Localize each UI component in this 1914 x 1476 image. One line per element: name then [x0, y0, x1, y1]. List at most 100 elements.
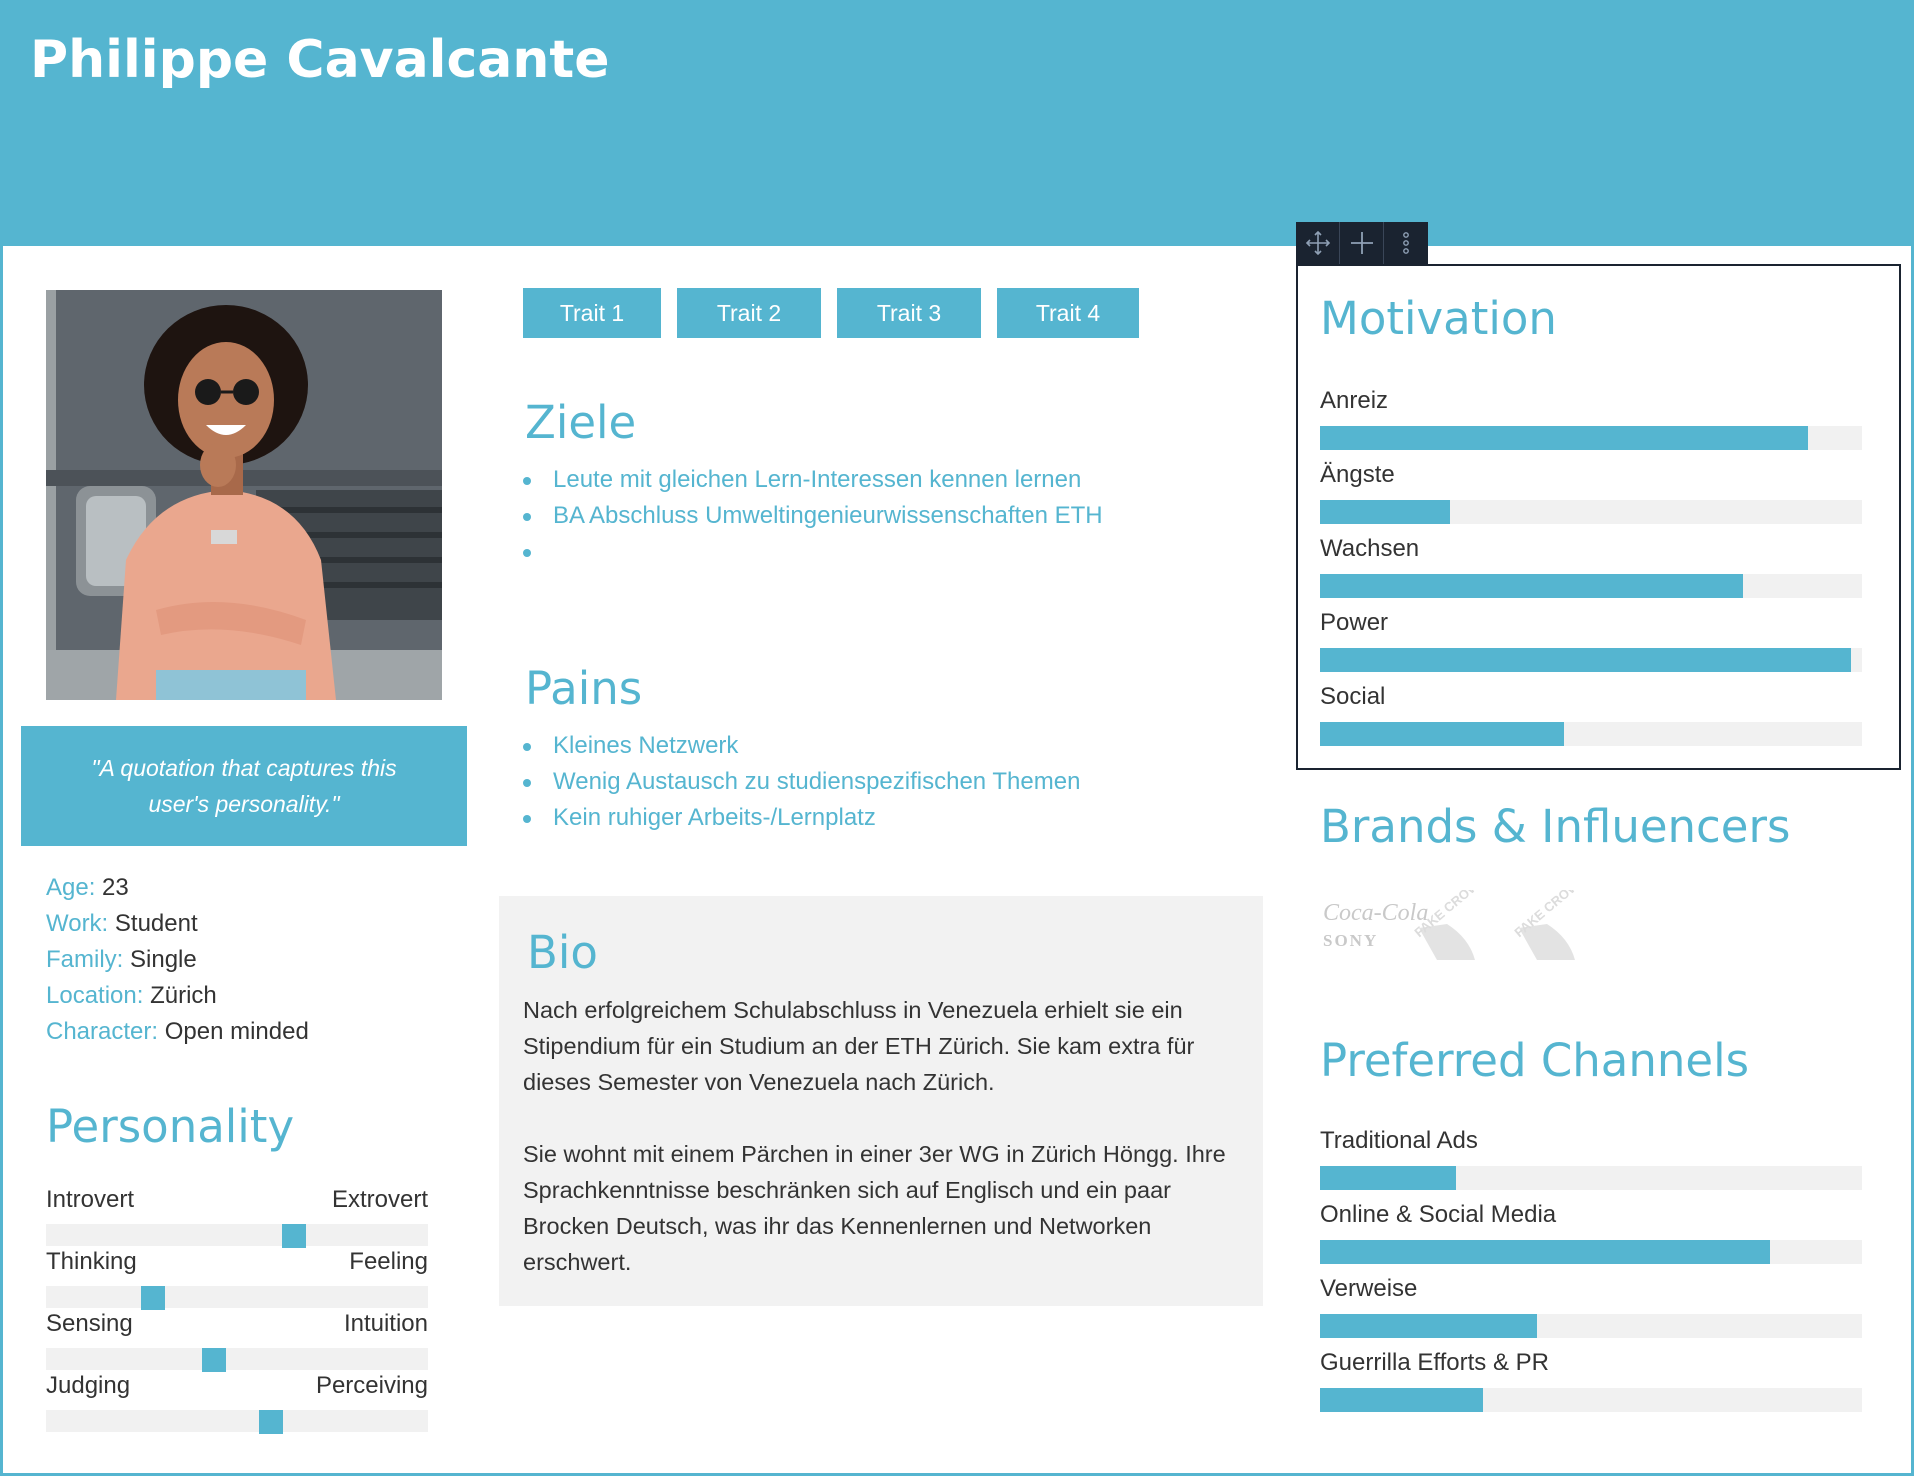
motivation-bar: Power [1320, 608, 1862, 682]
personality-scale: Introvert Extrovert [46, 1186, 428, 1248]
demographic-key: Work: [46, 910, 109, 937]
brands-title: Brands & Influencers [1320, 800, 1791, 853]
scale-marker[interactable] [202, 1348, 227, 1372]
demographic-character: Character: Open minded [46, 1014, 446, 1050]
demographic-value: Zürich [150, 982, 217, 1009]
bar-label: Ängste [1320, 461, 1395, 488]
bio-paragraph[interactable]: Sie wohnt mit einem Pärchen in einer 3er… [523, 1136, 1243, 1280]
goals-list: Leute mit gleichen Lern-Interessen kenne… [523, 462, 1243, 570]
demographic-value: 23 [102, 874, 129, 901]
channel-bar: Traditional Ads [1320, 1126, 1862, 1200]
scale-right-label: Intuition [343, 1310, 428, 1337]
demographic-key: Age: [46, 874, 96, 901]
trait-tag[interactable]: Trait 3 [837, 288, 981, 338]
bar-label: Power [1320, 609, 1389, 636]
motivation-card[interactable]: Motivation Anreiz Ängste Wachsen Power S… [1296, 264, 1901, 770]
scale-track [46, 1224, 428, 1248]
pains-title: Pains [525, 662, 643, 715]
demographic-value: Open minded [164, 1018, 309, 1045]
bar-track [1320, 500, 1862, 524]
bar-track [1320, 1166, 1862, 1190]
demographic-key: Location: [46, 982, 144, 1009]
more-options-button[interactable] [1384, 222, 1428, 264]
bar-track [1320, 722, 1862, 746]
personality-scale: Judging Perceiving [46, 1372, 428, 1434]
persona-name: Philippe Cavalcante [30, 30, 610, 90]
motivation-bars: Anreiz Ängste Wachsen Power Social [1320, 386, 1862, 756]
personality-scales: Introvert Extrovert Thinking Feeling Sen… [46, 1186, 428, 1434]
bar-track [1320, 426, 1862, 450]
plus-icon [1350, 232, 1373, 254]
bar-fill [1320, 426, 1808, 450]
motivation-bar: Social [1320, 682, 1862, 756]
bar-fill [1320, 1388, 1483, 1412]
bar-label: Traditional Ads [1320, 1127, 1478, 1154]
personality-scale: Sensing Intuition [46, 1310, 428, 1372]
bar-label: Verweise [1320, 1275, 1418, 1302]
scale-marker[interactable] [259, 1410, 284, 1434]
bar-fill [1320, 1240, 1770, 1264]
logo-text: Coca-Cola [1323, 900, 1428, 926]
bar-label: Wachsen [1320, 535, 1420, 562]
add-block-button[interactable] [1340, 222, 1384, 264]
coca-cola-logo: Coca-Cola [1323, 900, 1428, 926]
pains-list: Kleines Netzwerk Wenig Austausch zu stud… [523, 728, 1243, 836]
bar-fill [1320, 500, 1451, 524]
move-button[interactable] [1296, 222, 1340, 264]
bar-fill [1320, 574, 1743, 598]
trait-tag[interactable]: Trait 2 [677, 288, 821, 338]
persona-page: Philippe Cavalcante "A quotation that ca… [0, 0, 1914, 1476]
bio-paragraph[interactable]: Nach erfolgreichem Schulabschluss in Ven… [523, 992, 1243, 1100]
demographic-value: Single [130, 946, 197, 973]
bar-track [1320, 1388, 1862, 1412]
quote-text: "A quotation that captures this user's p… [91, 755, 397, 817]
scale-left-label: Sensing [46, 1310, 133, 1337]
channel-bar: Guerrilla Efforts & PR [1320, 1348, 1862, 1422]
demographic-value: Student [114, 910, 198, 937]
bar-track [1320, 1240, 1862, 1264]
trait-tag[interactable]: Trait 1 [523, 288, 661, 338]
bar-fill [1320, 1314, 1537, 1338]
bar-label: Social [1320, 683, 1386, 710]
brand-logos: Coca-Cola SONY FAKE CROW FAKE CROW [1321, 877, 1621, 970]
bio-section: Bio Nach erfolgreichem Schulabschluss in… [499, 896, 1263, 1306]
bar-label: Anreiz [1320, 387, 1389, 414]
scale-track [46, 1410, 428, 1434]
scale-left-label: Introvert [46, 1186, 135, 1213]
bar-fill [1320, 722, 1564, 746]
trait-tag[interactable]: Trait 4 [997, 288, 1139, 338]
motivation-bar: Wachsen [1320, 534, 1862, 608]
list-item: Kleines Netzwerk [523, 728, 1243, 764]
bar-track [1320, 1314, 1862, 1338]
channels-title: Preferred Channels [1320, 1034, 1750, 1087]
scale-marker[interactable] [282, 1224, 307, 1248]
scale-right-label: Feeling [349, 1248, 428, 1275]
scale-marker[interactable] [140, 1286, 165, 1310]
goals-title: Ziele [525, 396, 637, 449]
scale-right-label: Perceiving [315, 1372, 428, 1399]
demographic-key: Family: [46, 946, 124, 973]
scale-track [46, 1286, 428, 1310]
persona-photo [46, 290, 442, 700]
list-item: Kein ruhiger Arbeits-/Lernplatz [523, 800, 1243, 836]
move-icon [1305, 230, 1330, 256]
motivation-title: Motivation [1320, 292, 1557, 345]
demographic-location: Location: Zürich [46, 978, 446, 1014]
scale-right-label: Extrovert [331, 1186, 428, 1213]
sony-logo: SONY [1323, 931, 1376, 950]
motivation-bar: Ängste [1320, 460, 1862, 534]
bar-track [1320, 648, 1862, 672]
bar-label: Guerrilla Efforts & PR [1320, 1349, 1549, 1376]
bar-fill [1320, 1166, 1456, 1190]
bar-label: Online & Social Media [1320, 1201, 1557, 1228]
list-item[interactable] [523, 534, 1243, 570]
personality-title: Personality [46, 1100, 295, 1153]
demographic-work: Work: Student [46, 906, 446, 942]
demographics: Age: 23 Work: Student Family: Single Loc… [46, 870, 446, 1050]
channels-bars: Traditional Ads Online & Social Media Ve… [1320, 1126, 1862, 1422]
bio-title: Bio [527, 926, 598, 979]
persona-quote: "A quotation that captures this user's p… [21, 726, 467, 846]
personality-scale: Thinking Feeling [46, 1248, 428, 1310]
list-item: Wenig Austausch zu studienspezifischen T… [523, 764, 1243, 800]
scale-left-label: Judging [46, 1372, 131, 1399]
